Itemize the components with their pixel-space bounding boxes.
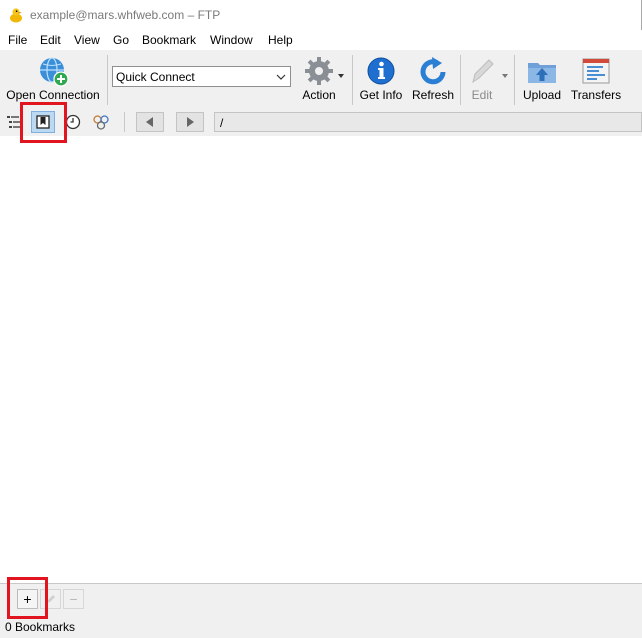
action-label: Action [302, 88, 336, 102]
remove-label: − [69, 591, 78, 607]
menu-edit[interactable]: Edit [40, 33, 61, 47]
bookmark-toggle-highlight [20, 102, 67, 143]
title-bar: example@mars.whfweb.com – FTP [0, 0, 642, 30]
refresh-icon [420, 57, 446, 85]
menu-help[interactable]: Help [268, 33, 293, 47]
add-button-highlight [7, 577, 48, 619]
bookmark-actions-bar: + − [0, 583, 642, 617]
get-info-button[interactable]: Get Info [356, 50, 406, 108]
delete-bookmark-button[interactable]: − [63, 589, 84, 609]
globe-add-icon [40, 57, 69, 87]
upload-folder-icon [528, 63, 556, 83]
menu-go[interactable]: Go [113, 33, 129, 47]
refresh-button[interactable]: Refresh [408, 50, 458, 108]
refresh-label: Refresh [411, 88, 455, 102]
action-dropdown-icon [338, 74, 344, 78]
edit-button[interactable]: Edit [462, 50, 508, 108]
pencil-icon [472, 59, 494, 84]
edit-label: Edit [471, 88, 493, 102]
quick-connect-select[interactable]: Quick Connect [112, 66, 291, 87]
upload-button[interactable]: Upload [518, 50, 566, 108]
status-bar: 0 Bookmarks [0, 617, 642, 638]
edit-dropdown-icon [502, 74, 508, 78]
menu-view[interactable]: View [74, 33, 100, 47]
back-button[interactable] [136, 112, 164, 132]
transfers-window-icon [582, 58, 610, 84]
menu-file[interactable]: File [8, 33, 27, 47]
transfers-button[interactable]: Transfers [570, 50, 622, 108]
status-text: 0 Bookmarks [5, 620, 76, 634]
menu-bar: File Edit View Go Bookmark Window Help [0, 30, 642, 50]
navigation-bar: / [0, 108, 642, 136]
menu-window[interactable]: Window [210, 33, 253, 47]
menu-bookmark[interactable]: Bookmark [142, 33, 196, 47]
toolbar-divider [352, 55, 353, 105]
window-title: example@mars.whfweb.com – FTP [30, 8, 221, 22]
path-value: / [220, 116, 224, 130]
bonjour-icon[interactable] [92, 113, 110, 131]
info-icon [367, 57, 395, 85]
open-connection-label: Open Connection [6, 88, 100, 102]
toolbar-divider [107, 55, 108, 105]
get-info-label: Get Info [359, 88, 403, 102]
transfers-label: Transfers [570, 88, 622, 102]
quick-connect-value: Quick Connect [116, 70, 195, 84]
action-button[interactable]: Action [296, 50, 344, 108]
toolbar-divider [460, 55, 461, 105]
main-toolbar: Open Connection Action Get Info Refresh … [0, 50, 642, 108]
gear-icon [305, 57, 333, 85]
cyberduck-icon [10, 8, 22, 23]
upload-label: Upload [522, 88, 562, 102]
forward-arrow-icon [187, 117, 194, 127]
bookmark-list[interactable] [0, 136, 642, 583]
open-connection-button[interactable]: Open Connection [2, 50, 104, 108]
forward-button[interactable] [176, 112, 204, 132]
back-arrow-icon [146, 117, 153, 127]
chevron-down-icon [276, 74, 286, 80]
nav-divider [124, 112, 125, 132]
toolbar-divider [514, 55, 515, 105]
path-select[interactable]: / [214, 112, 642, 132]
